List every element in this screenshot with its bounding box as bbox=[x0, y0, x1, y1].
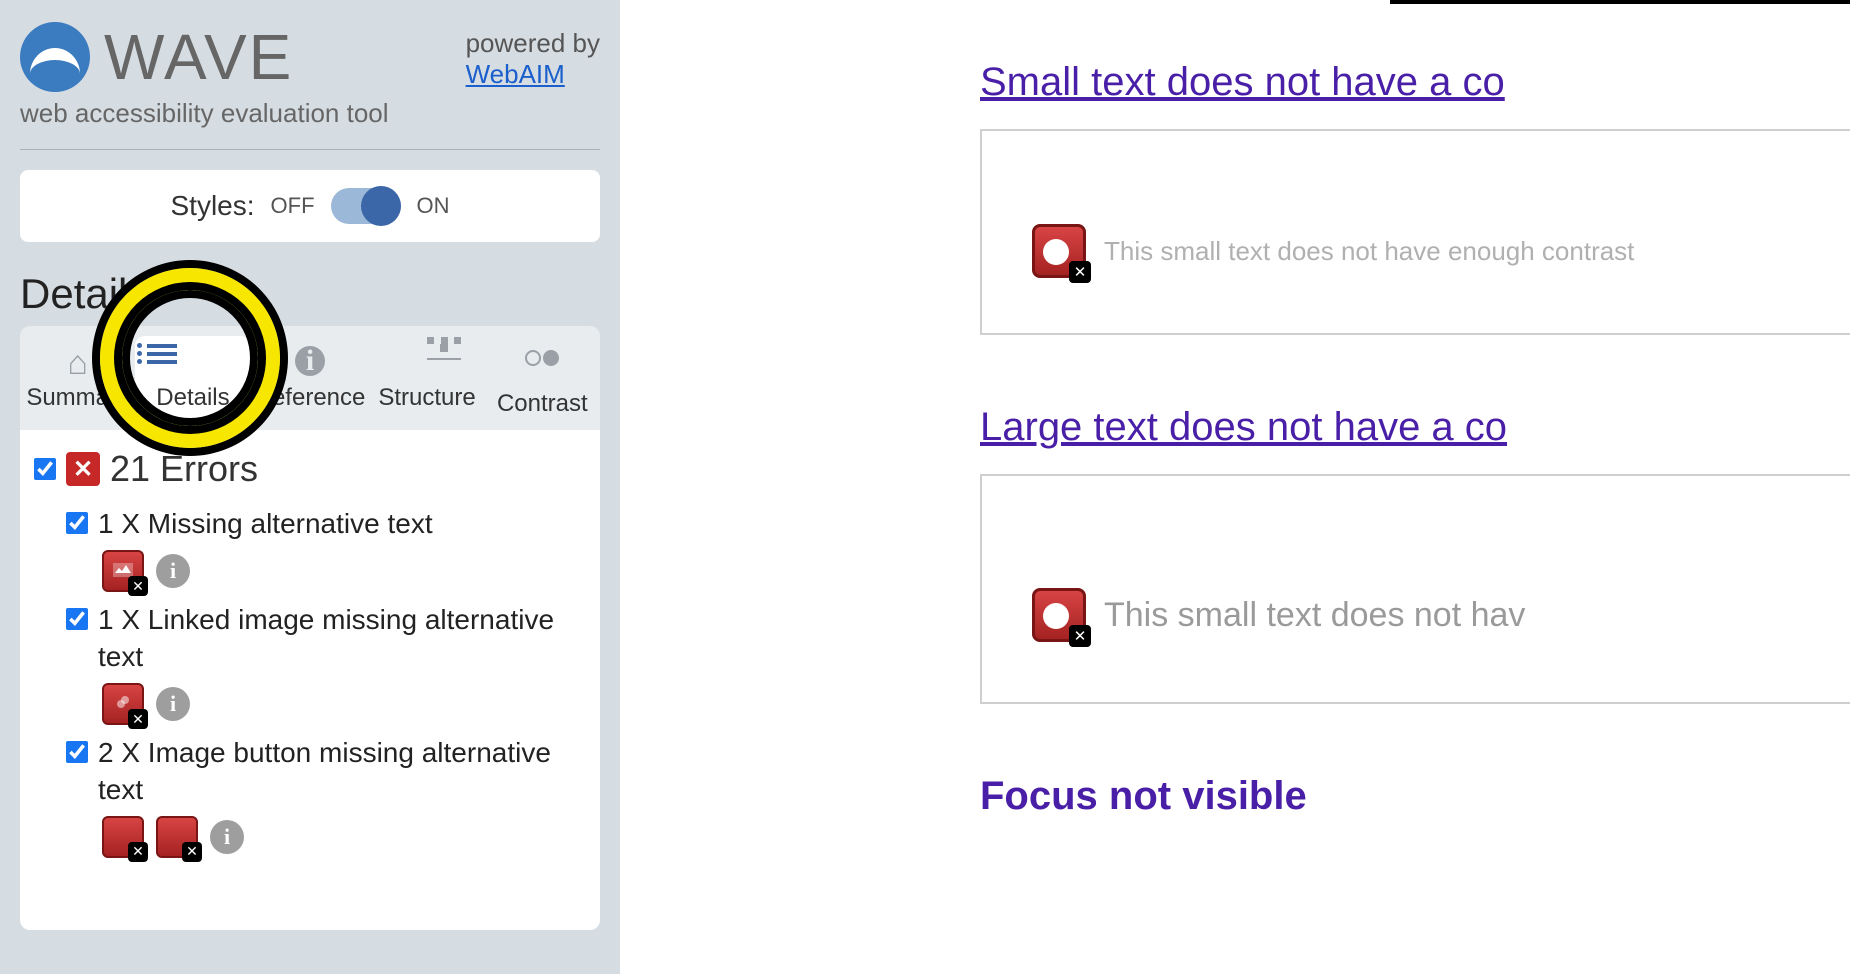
details-heading: Details bbox=[20, 270, 600, 318]
issue-info-icon[interactable]: i bbox=[156, 554, 190, 588]
sidebar-header: WAVE web accessibility evaluation tool p… bbox=[20, 20, 600, 141]
page-preview: Small text does not have a co ✕ This sma… bbox=[620, 0, 1850, 974]
details-content: ✕ 21 Errors 1 X Missing alternative text… bbox=[20, 430, 600, 930]
list-icon bbox=[139, 344, 246, 378]
info-icon bbox=[255, 344, 366, 378]
errors-category-row: ✕ 21 Errors bbox=[34, 448, 586, 490]
tab-reference[interactable]: Reference bbox=[251, 336, 370, 430]
large-contrast-text: This small text does not hav bbox=[1104, 596, 1525, 635]
issue-missing-alt: 1 X Missing alternative text ✕ i bbox=[66, 506, 586, 592]
issue-checkbox[interactable] bbox=[66, 608, 88, 630]
error-badge-icon: ✕ bbox=[66, 452, 100, 486]
powered-by: powered by WebAIM bbox=[466, 28, 600, 90]
tab-bar: Summary Details Reference Structure Cont… bbox=[20, 326, 600, 430]
tab-details[interactable]: Details bbox=[135, 336, 250, 430]
logo-group: WAVE web accessibility evaluation tool bbox=[20, 20, 389, 129]
wave-logo-text: WAVE bbox=[104, 20, 293, 94]
issue-checkbox[interactable] bbox=[66, 512, 88, 534]
toggle-on-label: ON bbox=[417, 193, 450, 219]
tab-contrast[interactable]: Contrast bbox=[485, 336, 600, 430]
divider bbox=[20, 149, 600, 150]
webaim-link[interactable]: WebAIM bbox=[466, 59, 565, 89]
issue-checkbox[interactable] bbox=[66, 741, 88, 763]
errors-category-checkbox[interactable] bbox=[34, 458, 56, 480]
large-text-contrast-example: ✕ This small text does not hav bbox=[980, 474, 1850, 704]
small-text-contrast-example: ✕ This small text does not have enough c… bbox=[980, 129, 1850, 335]
home-icon bbox=[24, 344, 131, 378]
issue-info-icon[interactable]: i bbox=[156, 687, 190, 721]
wave-logo-icon bbox=[20, 22, 90, 92]
errors-count-label: 21 Errors bbox=[110, 448, 258, 490]
image-button-alt-icon[interactable]: ✕ bbox=[156, 816, 198, 858]
contrast-icon bbox=[489, 350, 596, 384]
missing-alt-icon[interactable]: ✕ bbox=[102, 550, 144, 592]
small-text-contrast-heading[interactable]: Small text does not have a co bbox=[980, 60, 1850, 105]
contrast-error-icon[interactable]: ✕ bbox=[1032, 224, 1086, 278]
top-bar bbox=[1390, 0, 1850, 4]
styles-label: Styles: bbox=[170, 190, 254, 222]
issue-info-icon[interactable]: i bbox=[210, 820, 244, 854]
tab-structure[interactable]: Structure bbox=[369, 336, 484, 430]
linked-image-alt-icon[interactable]: ✕ bbox=[102, 683, 144, 725]
issue-image-button-alt: 2 X Image button missing alternative tex… bbox=[66, 735, 586, 858]
image-button-alt-icon[interactable]: ✕ bbox=[102, 816, 144, 858]
issue-linked-image-alt: 1 X Linked image missing alternative tex… bbox=[66, 602, 586, 725]
styles-toggle[interactable] bbox=[331, 188, 401, 224]
tab-summary[interactable]: Summary bbox=[20, 336, 135, 430]
wave-sidebar: WAVE web accessibility evaluation tool p… bbox=[0, 0, 620, 974]
styles-toggle-box: Styles: OFF ON bbox=[20, 170, 600, 242]
contrast-error-icon[interactable]: ✕ bbox=[1032, 588, 1086, 642]
large-text-contrast-heading[interactable]: Large text does not have a co bbox=[980, 405, 1850, 450]
toggle-off-label: OFF bbox=[271, 193, 315, 219]
tree-icon bbox=[373, 344, 480, 378]
focus-not-visible-heading[interactable]: Focus not visible bbox=[980, 774, 1850, 819]
tagline: web accessibility evaluation tool bbox=[20, 98, 389, 129]
small-contrast-text: This small text does not have enough con… bbox=[1104, 236, 1634, 267]
